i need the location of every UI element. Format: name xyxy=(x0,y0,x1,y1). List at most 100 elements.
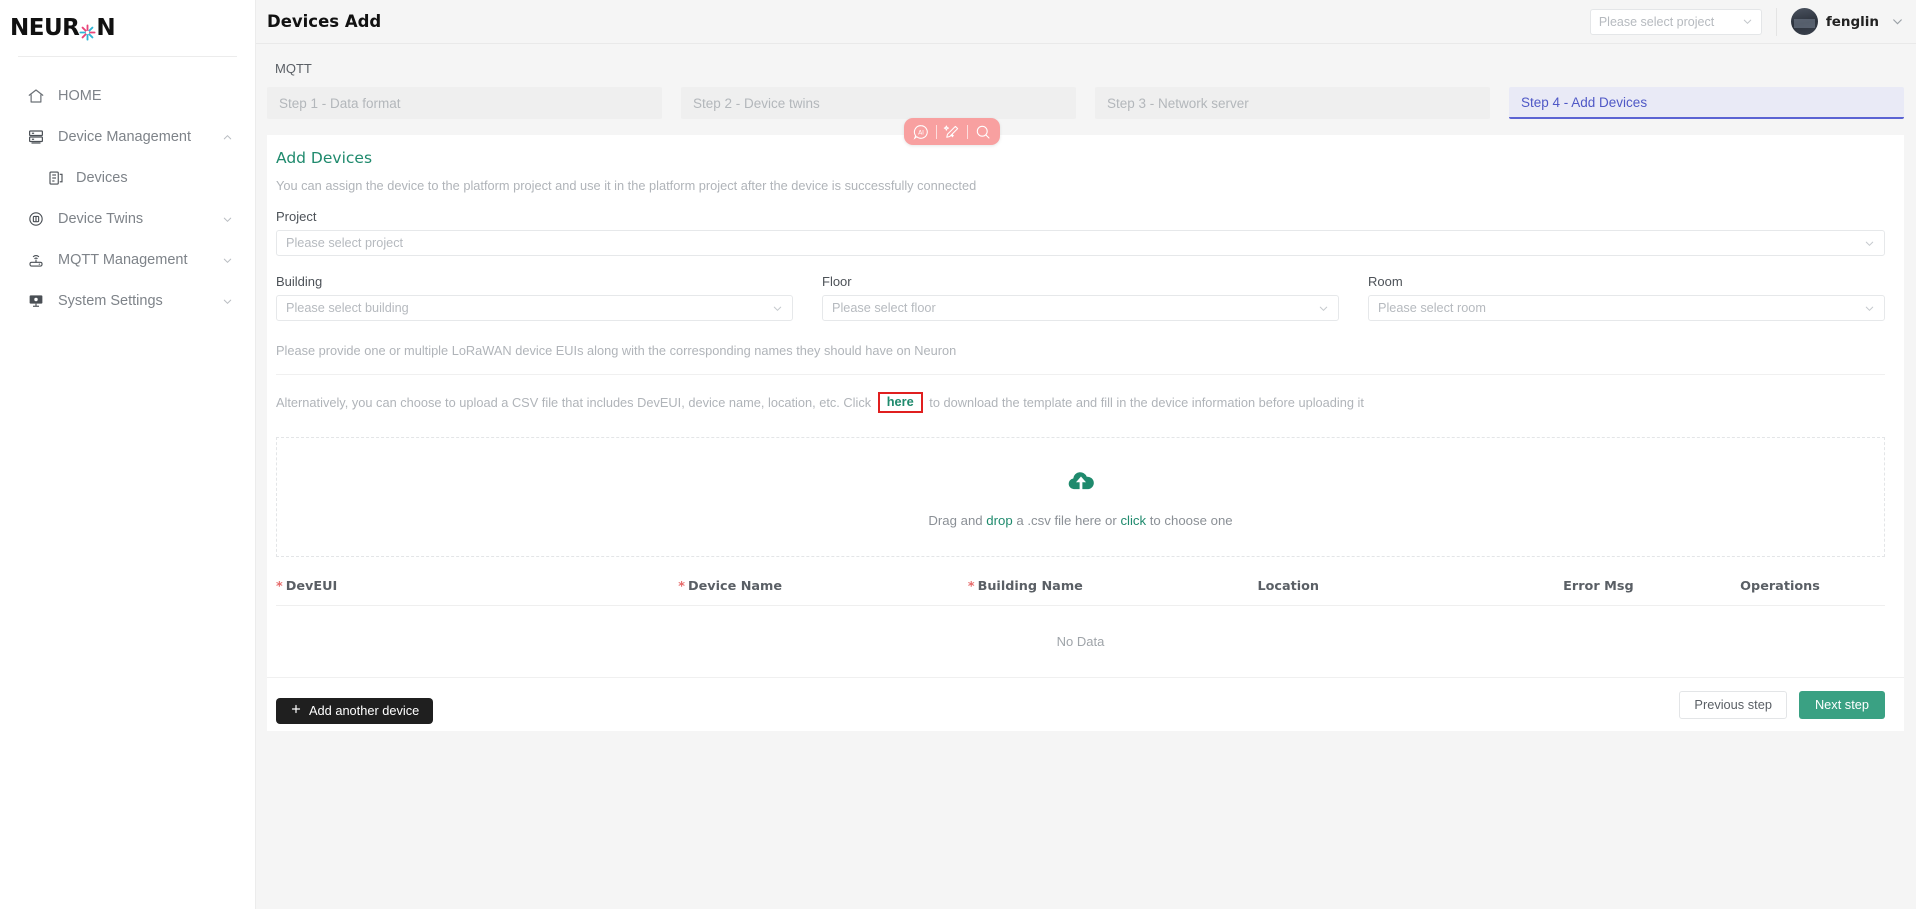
chevron-down-icon xyxy=(772,303,783,314)
previous-step-button[interactable]: Previous step xyxy=(1679,690,1787,719)
brand-name-part2: N xyxy=(96,15,116,41)
table-empty-row: No Data xyxy=(276,605,1885,678)
room-select-value: Please select room xyxy=(1378,301,1486,315)
project-select-value: Please select project xyxy=(286,236,404,250)
brand-name-part1: NEUR xyxy=(10,15,80,41)
chevron-up-icon[interactable] xyxy=(222,131,233,142)
floor-select[interactable]: Please select floor xyxy=(822,295,1339,321)
sidebar-item-label: MQTT Management xyxy=(58,251,188,268)
csv-hint-before: Alternatively, you can choose to upload … xyxy=(276,394,875,410)
header-project-select[interactable]: Please select project xyxy=(1589,8,1762,35)
section-title: Add Devices xyxy=(276,149,373,167)
column-error-msg: Error Msg xyxy=(1563,578,1741,606)
required-marker: * xyxy=(967,578,975,594)
building-label: Building xyxy=(276,274,323,289)
toolbar-divider xyxy=(967,124,968,139)
magic-pen-icon[interactable] xyxy=(943,123,961,141)
devices-table-body: No Data xyxy=(276,605,1885,678)
search-icon[interactable] xyxy=(974,123,992,141)
app-root: NEUR N HOME Device Management Devices De… xyxy=(0,0,1916,909)
avatar xyxy=(1790,8,1818,35)
chevron-down-icon[interactable] xyxy=(222,295,233,306)
csv-dropzone[interactable]: Drag and drop a .csv file here or click … xyxy=(276,436,1885,557)
svg-text:AI: AI xyxy=(918,129,924,136)
column-building-name: * Building Name xyxy=(967,578,1258,606)
column-deveui: * DevEUI xyxy=(276,578,679,606)
monitor-settings-icon xyxy=(26,291,45,310)
column-label: Building Name xyxy=(977,578,1083,594)
floor-field: Floor Please select floor xyxy=(813,274,1339,321)
eui-hint-text: Please provide one or multiple LoRaWAN d… xyxy=(276,343,957,358)
next-step-button[interactable]: Next step xyxy=(1798,690,1885,719)
chevron-down-icon[interactable] xyxy=(222,213,233,224)
column-operations: Operations xyxy=(1740,578,1885,606)
sidebar-item-label: HOME xyxy=(58,87,102,104)
project-select[interactable]: Please select project xyxy=(276,230,1885,256)
top-bar: Devices Add Please select project fengli… xyxy=(256,0,1916,44)
location-field-group: Building Please select building Floor Pl… xyxy=(267,256,1904,321)
column-label: Device Name xyxy=(687,578,783,594)
user-menu[interactable]: fenglin xyxy=(1790,8,1904,35)
dropzone-text: Drag and drop a .csv file here or click … xyxy=(928,513,1232,528)
dropzone-drop-link[interactable]: drop xyxy=(986,513,1012,528)
server-rack-icon xyxy=(26,127,45,146)
brand-logo-text: NEUR N xyxy=(10,15,116,41)
chevron-down-icon[interactable] xyxy=(222,254,233,265)
add-devices-card: Add Devices You can assign the device to… xyxy=(267,135,1904,731)
step-tab-label: Step 3 - Network server xyxy=(1107,95,1249,111)
table-header-row: * DevEUI * Device Name * Building Name Loca… xyxy=(276,578,1885,606)
room-field: Room Please select room xyxy=(1359,274,1885,321)
sidebar-item-home[interactable]: HOME xyxy=(0,75,255,116)
floating-ai-toolbar[interactable]: AI xyxy=(904,118,1000,145)
toolbar-divider xyxy=(936,124,937,139)
building-select[interactable]: Please select building xyxy=(276,295,793,321)
step-tab-4[interactable]: Step 4 - Add Devices xyxy=(1509,87,1904,119)
devices-table-head: * DevEUI * Device Name * Building Name Loca… xyxy=(276,578,1885,606)
ai-icon[interactable]: AI xyxy=(912,123,930,141)
column-label: DevEUI xyxy=(285,578,338,594)
chevron-down-icon xyxy=(1318,303,1329,314)
csv-hint-text: Alternatively, you can choose to upload … xyxy=(267,375,1904,413)
download-template-link[interactable]: here xyxy=(883,394,918,409)
room-select[interactable]: Please select room xyxy=(1368,295,1885,321)
sidebar-item-label: System Settings xyxy=(58,292,163,309)
step-tabs: Step 1 - Data format Step 2 - Device twi… xyxy=(267,87,1904,119)
main-area: Devices Add Please select project fengli… xyxy=(256,0,1916,909)
building-select-value: Please select building xyxy=(286,301,409,315)
room-label: Room xyxy=(1368,274,1403,289)
csv-hint-after: to download the template and fill in the… xyxy=(925,394,1364,410)
sidebar-item-label: Devices xyxy=(76,169,128,186)
dropzone-text-after: to choose one xyxy=(1146,512,1233,528)
devices-table: * DevEUI * Device Name * Building Name Loca… xyxy=(276,578,1885,678)
sidebar: NEUR N HOME Device Management Devices De… xyxy=(0,0,256,909)
user-name: fenglin xyxy=(1825,13,1879,30)
breadcrumb: MQTT xyxy=(275,61,312,76)
sidebar-item-devices[interactable]: Devices xyxy=(0,157,255,198)
sidebar-item-device-twins[interactable]: Device Twins xyxy=(0,198,255,239)
chevron-down-icon xyxy=(1864,303,1875,314)
step-tab-3[interactable]: Step 3 - Network server xyxy=(1095,87,1490,119)
dropzone-click-link[interactable]: click xyxy=(1120,513,1146,528)
step-tab-1[interactable]: Step 1 - Data format xyxy=(267,87,662,119)
column-location: Location xyxy=(1257,578,1564,606)
router-icon xyxy=(26,250,45,269)
device-list-icon xyxy=(46,168,65,187)
sidebar-item-mqtt-management[interactable]: MQTT Management xyxy=(0,239,255,280)
sidebar-item-system-settings[interactable]: System Settings xyxy=(0,280,255,321)
project-label: Project xyxy=(276,209,317,224)
step-tab-2[interactable]: Step 2 - Device twins xyxy=(681,87,1076,119)
brand-logo[interactable]: NEUR N xyxy=(0,0,255,56)
card-footer: Previous step Next step xyxy=(267,677,1904,731)
required-marker: * xyxy=(678,578,685,594)
dropzone-text-middle: a .csv file here or xyxy=(1012,512,1121,528)
here-link-annotation: here xyxy=(877,392,923,413)
column-device-name: * Device Name xyxy=(678,578,968,606)
sidebar-item-device-management[interactable]: Device Management xyxy=(0,116,255,157)
sidebar-item-label: Device Twins xyxy=(58,210,144,227)
chevron-down-icon xyxy=(1864,238,1875,249)
required-marker: * xyxy=(276,578,283,594)
project-field-group: Project Please select project xyxy=(267,193,1904,256)
twin-circle-icon xyxy=(26,209,45,228)
step-tab-label: Step 1 - Data format xyxy=(279,95,401,111)
home-icon xyxy=(26,86,45,105)
